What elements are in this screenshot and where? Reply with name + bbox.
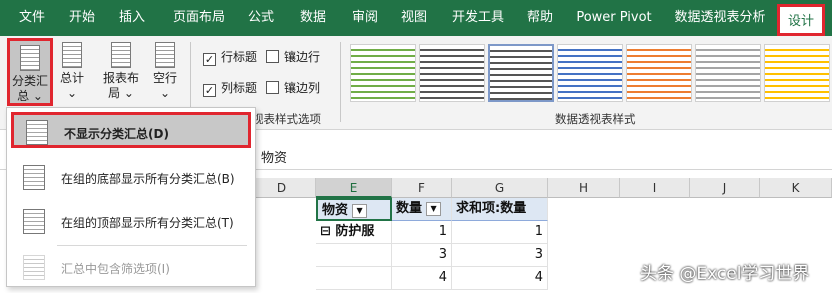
pivot-style-swatch[interactable] [626, 44, 692, 102]
filter-dropdown-icon[interactable]: ▼ [352, 204, 368, 218]
row-headers-checkbox[interactable]: ✓ 行标题 [203, 48, 257, 66]
menu-separator [57, 245, 247, 246]
pivot-cell[interactable]: 4 [452, 267, 548, 290]
filter-subtotals-icon [23, 255, 45, 280]
no-subtotals-icon [26, 120, 48, 145]
pivot-cell[interactable]: 1 [392, 221, 452, 244]
checkbox-checked-icon: ✓ [203, 84, 216, 97]
pivot-style-swatch-selected[interactable] [488, 44, 554, 102]
pivot-header-quantity[interactable]: 数量 ▼ [392, 198, 452, 221]
column-header-k[interactable]: K [760, 178, 832, 198]
tab-formulas[interactable]: 公式 [243, 0, 279, 36]
tab-insert[interactable]: 插入 [114, 0, 150, 36]
banded-rows-checkbox[interactable]: 镶边行 [266, 48, 320, 66]
ribbon-tab-bar: 文件 开始 插入 页面布局 公式 数据 审阅 视图 开发工具 帮助 Power … [0, 0, 832, 36]
formula-bar-value[interactable]: 物资 [261, 147, 287, 166]
watermark: 头条 @Excel学习世界 [640, 264, 810, 284]
subtotals-button[interactable]: 分类汇 总 ⌄ [7, 38, 53, 106]
pivot-header-material[interactable]: 物资 ▼ [316, 198, 392, 221]
pivot-row-label[interactable]: ⊟ 防护服 [316, 221, 392, 244]
column-headers-checkbox[interactable]: ✓ 列标题 [203, 79, 257, 97]
column-header-e[interactable]: E [316, 178, 392, 198]
menu-item-include-filtered: 汇总中包含筛选项(I) [11, 250, 251, 286]
styles-group-label: 数据透视表样式 [555, 112, 636, 126]
report-layout-icon [111, 42, 131, 68]
menu-item-subtotals-top[interactable]: 在组的顶部显示所有分类汇总(T) [11, 204, 251, 240]
tab-power-pivot[interactable]: Power Pivot [572, 0, 656, 36]
pivot-cell[interactable]: 1 [452, 221, 548, 244]
column-header-g[interactable]: G [452, 178, 548, 198]
tab-view[interactable]: 视图 [396, 0, 432, 36]
grand-totals-button[interactable]: 总计 ⌄ [56, 38, 88, 100]
tab-design[interactable]: 设计 [777, 4, 825, 36]
subtotals-bottom-icon [23, 165, 45, 190]
ribbon-separator [340, 42, 341, 122]
pivot-header-sum-quantity[interactable]: 求和项:数量 [452, 198, 548, 221]
pivot-cell[interactable]: 3 [392, 244, 452, 267]
blank-rows-icon [155, 42, 175, 68]
report-layout-button[interactable]: 报表布 局 ⌄ [98, 38, 144, 106]
column-header-d[interactable]: D [248, 178, 316, 198]
subtotals-icon [20, 45, 40, 71]
menu-item-subtotals-bottom[interactable]: 在组的底部显示所有分类汇总(B) [11, 160, 251, 196]
grand-totals-icon [62, 42, 82, 68]
banded-columns-checkbox[interactable]: 镶边列 [266, 79, 320, 97]
pivot-style-swatch[interactable] [557, 44, 623, 102]
filter-dropdown-icon[interactable]: ▼ [426, 202, 442, 216]
column-header-h[interactable]: H [548, 178, 620, 198]
tab-data[interactable]: 数据 [295, 0, 331, 36]
tab-developer[interactable]: 开发工具 [446, 0, 510, 36]
tab-help[interactable]: 帮助 [522, 0, 558, 36]
tab-home[interactable]: 开始 [64, 0, 100, 36]
subtotals-dropdown-menu: 不显示分类汇总(D) 在组的底部显示所有分类汇总(B) 在组的顶部显示所有分类汇… [6, 107, 256, 287]
blank-rows-button[interactable]: 空行 ⌄ [148, 38, 182, 100]
tab-pivot-analyze[interactable]: 数据透视表分析 [670, 0, 770, 36]
column-header-j[interactable]: J [690, 178, 760, 198]
pivot-style-swatch[interactable] [695, 44, 761, 102]
tab-review[interactable]: 审阅 [347, 0, 383, 36]
menu-item-no-subtotals[interactable]: 不显示分类汇总(D) [11, 112, 251, 148]
style-options-group-label: 视表样式选项 [252, 112, 321, 126]
checkbox-empty-icon [266, 50, 279, 63]
pivot-cell[interactable]: 3 [452, 244, 548, 267]
pivot-row-label[interactable] [316, 244, 392, 267]
tab-page-layout[interactable]: 页面布局 [168, 0, 230, 36]
column-header-i[interactable]: I [620, 178, 690, 198]
tab-file[interactable]: 文件 [14, 0, 50, 36]
pivot-style-swatch[interactable] [764, 44, 830, 102]
checkbox-checked-icon: ✓ [203, 53, 216, 66]
checkbox-empty-icon [266, 81, 279, 94]
pivot-row-label[interactable] [316, 267, 392, 290]
column-header-f[interactable]: F [392, 178, 452, 198]
pivot-style-swatch[interactable] [419, 44, 485, 102]
pivot-cell[interactable]: 4 [392, 267, 452, 290]
subtotals-top-icon [23, 209, 45, 234]
pivot-style-swatch[interactable] [350, 44, 416, 102]
